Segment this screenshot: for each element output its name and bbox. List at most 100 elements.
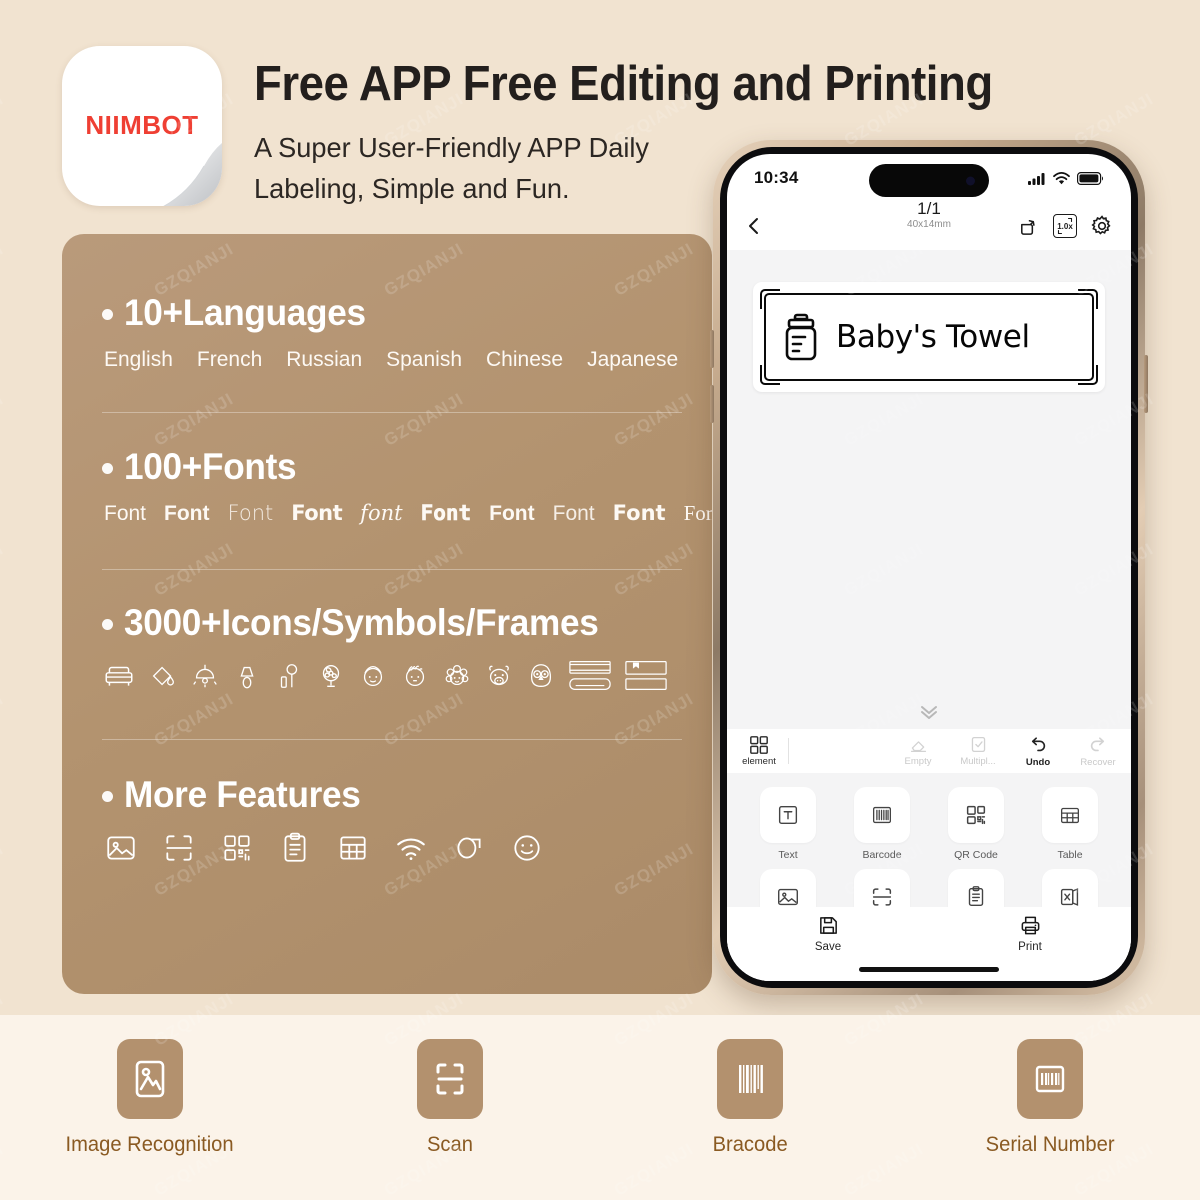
strip-item-scan[interactable]: Scan <box>335 1039 565 1157</box>
feature-title: More Features <box>124 774 361 815</box>
undo-action[interactable]: Undo <box>1016 735 1060 768</box>
divider <box>102 739 682 740</box>
tool-text[interactable]: Text <box>741 787 835 861</box>
feature-card: 10+Languages English French Russian Span… <box>62 234 712 994</box>
element-tab[interactable]: element <box>733 735 785 767</box>
chevron-double-down-icon[interactable] <box>916 703 942 721</box>
phone-screen: 10:34 1.0x 1/1 40x14mm Baby's Towel elem… <box>727 154 1131 981</box>
feature-icons: 3000+Icons/Symbols/Frames <box>102 602 682 693</box>
curly-hair-face-icon <box>445 664 469 686</box>
save-button[interactable]: Save <box>783 914 873 953</box>
battery-icon <box>1077 171 1103 185</box>
divider <box>102 412 682 413</box>
paint-bucket-icon <box>152 666 174 686</box>
rotate-icon[interactable] <box>1017 215 1040 238</box>
feature-more: More Features <box>102 774 682 865</box>
toolbar-page-info: 1/1 40x14mm <box>907 200 951 232</box>
divider <box>788 738 789 764</box>
language-item: English <box>104 348 173 371</box>
clipboard-icon <box>284 832 306 862</box>
icon-tile <box>717 1039 783 1119</box>
floor-lamp-icon <box>280 664 298 688</box>
language-item: French <box>196 348 263 371</box>
recover-action[interactable]: Recover <box>1076 735 1120 768</box>
page-subtitle: A Super User-Friendly APP Daily Labeling… <box>254 132 649 204</box>
scan-icon <box>166 835 192 861</box>
icon-tile <box>417 1039 483 1119</box>
strip-label: Image Recognition <box>65 1133 235 1156</box>
signal-icon <box>1028 172 1045 185</box>
strip-label: Bracode <box>712 1133 788 1156</box>
watermark-text: GZQIANJI <box>0 839 7 900</box>
tool-label: Barcode <box>862 849 902 861</box>
font-sample: Font <box>552 502 595 525</box>
table-icon <box>340 836 366 860</box>
frame-lines-icon <box>569 661 611 691</box>
language-item: Spanish <box>386 348 463 371</box>
fan-icon <box>322 665 340 687</box>
watermark-text: GZQIANJI <box>0 539 7 600</box>
tool-barcode[interactable]: Barcode <box>835 787 929 861</box>
barcode-icon <box>739 1065 763 1093</box>
empty-action[interactable]: Empty <box>896 735 940 767</box>
back-chevron-icon[interactable] <box>744 215 764 237</box>
page-indicator: 1/1 <box>917 199 941 218</box>
multi-select-action[interactable]: Multipl... <box>956 735 1000 767</box>
font-sample: Font <box>104 502 147 525</box>
frame-corner <box>760 289 780 309</box>
font-sample: Font <box>420 501 472 526</box>
canvas-area[interactable]: Baby's Towel <box>727 250 1131 729</box>
language-item: Russian <box>286 348 363 371</box>
dynamic-island <box>869 164 989 197</box>
volume-down-button[interactable] <box>710 385 714 423</box>
label-preview[interactable]: Baby's Towel <box>753 282 1105 392</box>
power-button[interactable] <box>1144 355 1148 413</box>
symbol-icon-row <box>102 659 682 693</box>
boy-face-icon <box>363 665 383 687</box>
feature-fonts: 100+Fonts Font Font Font Font font Font … <box>102 446 712 526</box>
label-text[interactable]: Baby's Towel <box>836 319 1030 355</box>
element-tab-label: element <box>742 756 776 767</box>
empty-label: Empty <box>904 756 932 767</box>
tool-qr-code[interactable]: QR Code <box>929 787 1023 861</box>
print-button[interactable]: Print <box>985 914 1075 953</box>
cow-icon <box>489 665 509 686</box>
language-list: English French Russian Spanish Chinese J… <box>104 348 682 372</box>
bullet-dot <box>102 790 113 802</box>
redo-icon <box>1090 736 1105 751</box>
wifi-icon <box>1053 171 1070 184</box>
strip-item-serial-number[interactable]: Serial Number <box>935 1039 1165 1157</box>
font-sample: Font <box>291 501 343 525</box>
print-label: Print <box>1018 941 1042 953</box>
strip-item-barcode[interactable]: Bracode <box>635 1039 865 1157</box>
save-icon <box>819 917 837 934</box>
volume-up-button[interactable] <box>710 330 714 368</box>
font-sample: Font <box>227 501 274 525</box>
bullet-dot <box>102 308 113 320</box>
imei-icon <box>1035 1065 1065 1093</box>
action-bar: Save Print <box>727 907 1131 981</box>
qr-code-icon <box>224 835 250 861</box>
barcode-icon <box>872 806 892 824</box>
front-camera <box>966 176 975 185</box>
multi-select-label: Multipl... <box>960 756 996 767</box>
panel-toolbar: element Empty Multipl... Undo Recover <box>727 729 1131 773</box>
font-sample: Font <box>164 502 210 525</box>
strip-item-image-recognition[interactable]: Image Recognition <box>35 1039 265 1157</box>
frame-corner <box>760 365 780 385</box>
phone-mockup: 10:34 1.0x 1/1 40x14mm Baby's Towel elem… <box>710 140 1148 995</box>
bullet-dot <box>102 462 113 474</box>
tool-table[interactable]: Table <box>1023 787 1117 861</box>
zoom-level-button[interactable]: 1.0x <box>1053 214 1077 238</box>
label-size: 40x14mm <box>907 219 951 230</box>
baby-bottle-icon <box>785 313 817 361</box>
font-sample-list: Font Font Font Font font Font Font Font … <box>104 501 712 526</box>
icon-tile <box>117 1039 183 1119</box>
home-indicator[interactable] <box>859 967 999 972</box>
language-item: Japanese <box>587 348 679 371</box>
feature-languages: 10+Languages English French Russian Span… <box>102 292 682 372</box>
feature-title: 100+Fonts <box>124 446 297 487</box>
element-panel: element Empty Multipl... Undo Recover Te… <box>727 729 1131 981</box>
undo-icon <box>1031 736 1046 751</box>
gear-icon[interactable] <box>1090 214 1114 238</box>
